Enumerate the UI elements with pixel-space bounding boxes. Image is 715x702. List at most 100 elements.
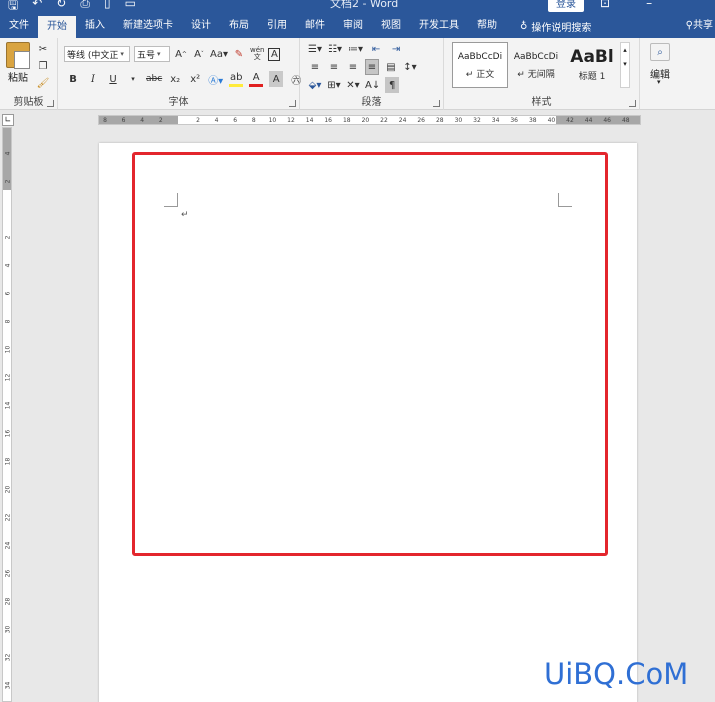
horizontal-ruler: ∟ 8 6 4 2 2 4 6 8 10 12 14 16 18 20 22 24 26 28 30 32 34 36 38… [0,111,715,127]
multilevel-list-icon[interactable]: ≔▾ [348,41,363,57]
save-icon[interactable]: 🖫 [8,0,18,14]
lightbulb-icon: ♁ [520,20,528,32]
font-size-select[interactable]: 五号 ▾ [134,46,170,62]
search-icon[interactable]: ⌕ [650,43,670,61]
tab-selector[interactable]: ∟ [2,114,14,126]
italic-button[interactable]: I [86,71,100,87]
bullets-icon[interactable]: ☰▾ [308,41,322,57]
document-title: 文档2 - Word [330,0,399,10]
tab-6[interactable]: 引用 [258,14,296,38]
styles-launcher-icon[interactable] [629,100,636,107]
ribbon-display-icon[interactable]: ⊡ [600,0,610,10]
subscript-button[interactable]: x₂ [168,71,182,87]
text-effects-icon[interactable]: Ⓐ▾ [208,71,223,87]
numbering-icon[interactable]: ☷▾ [328,41,342,57]
tab-0[interactable]: 文件 [0,14,38,38]
tell-me-search[interactable]: ♁ 操作说明搜索 [506,19,591,34]
style-no-spacing[interactable]: AaBbCcDi ↵ 无间隔 [508,42,564,88]
style-heading-1[interactable]: AaBl 标题 1 [564,42,620,88]
undo-icon[interactable]: ↶ [32,0,42,14]
increase-indent-icon[interactable]: ⇥ [389,41,403,57]
font-name-select[interactable]: 等线 (中文正 ▾ [64,46,130,62]
ruler-tick-label: 2 [4,179,12,184]
new-document-icon[interactable]: ▯ [104,0,111,14]
tab-4[interactable]: 设计 [182,14,220,38]
ruler-tick-label: 2 [196,117,200,124]
ruler-tick-label: 36 [510,117,519,124]
ruler-tick-label: 12 [287,117,295,124]
copy-icon[interactable]: ❐ [36,58,50,74]
print-preview-icon[interactable]: ⎙ [80,0,90,14]
open-icon[interactable]: ▭ [125,0,136,14]
ruler-tick-label: 42 [566,117,574,124]
tab-9[interactable]: 视图 [372,14,410,38]
ruler-tick-label: 8 [4,319,12,324]
underline-dropdown-icon[interactable]: ▾ [126,71,140,87]
grow-font-icon[interactable]: A ^ [174,46,188,62]
tab-11[interactable]: 帮助 [468,14,506,38]
char-border-icon[interactable]: A [268,47,281,61]
tab-7[interactable]: 邮件 [296,14,334,38]
ruler-tick-label: 8 [103,117,107,124]
ruler-track[interactable]: 8 6 4 2 2 4 6 8 10 12 14 16 18 20 22 24 26 28 30 32 34 36 38 40… [98,115,641,125]
redo-icon[interactable]: ↻ [56,0,66,14]
chevron-down-icon: ▾ [657,78,661,86]
tab-1[interactable]: 开始 [38,16,76,38]
ruler-tick-label: 40 [547,117,556,124]
underline-button[interactable]: U [106,71,120,87]
align-center-icon[interactable]: ≡ [327,59,341,75]
font-color-icon[interactable]: A [249,71,264,87]
distributed-icon[interactable]: ▤ [384,59,398,75]
superscript-button[interactable]: x² [188,71,202,87]
phonetic-guide-icon[interactable]: wén 文 [250,46,264,62]
clear-format-icon[interactable]: ✎ [232,46,246,62]
sort-icon[interactable]: A↓ [365,77,380,93]
font-name-value: 等线 (中文正 [67,50,119,61]
shading-icon[interactable]: ⬙▾ [308,77,322,93]
strikethrough-button[interactable]: abc [146,71,162,87]
format-painter-icon[interactable]: 🖌 [36,75,50,91]
highlight-color-icon[interactable]: ab [229,71,244,87]
ruler-tick-label: 24 [398,117,407,124]
ruler-tick-label: 10 [4,345,12,354]
minimize-icon[interactable]: – [646,0,652,10]
clipboard-launcher-icon[interactable] [47,100,54,107]
justify-icon[interactable]: ≡ [365,59,379,75]
ruler-tick-label: 6 [121,117,126,124]
style-sample: AaBbCcDi [457,52,503,62]
ruler-tick-label: 32 [473,117,481,124]
paste-icon[interactable] [6,42,30,69]
decrease-indent-icon[interactable]: ⇤ [369,41,383,57]
tab-2[interactable]: 插入 [76,14,114,38]
borders-icon[interactable]: ⊞▾ [327,77,341,93]
font-launcher-icon[interactable] [289,100,296,107]
paragraph-launcher-icon[interactable] [433,100,440,107]
align-right-icon[interactable]: ≡ [346,59,360,75]
shrink-font-icon[interactable]: Aˇ [192,46,206,62]
align-left-icon[interactable]: ≡ [308,59,322,75]
tab-8[interactable]: 审阅 [334,14,372,38]
tab-5[interactable]: 布局 [220,14,258,38]
ruler-tick-label: 46 [603,117,612,124]
tab-3[interactable]: 新建选项卡 [114,14,182,38]
ruler-tick-label: 48 [621,117,630,124]
share-button[interactable]: ⚲共享 [680,14,715,38]
paste-label[interactable]: 粘贴 [8,69,28,84]
share-label: 共享 [693,20,713,31]
login-button[interactable]: 登录 [548,0,584,12]
char-shading-icon[interactable]: A [269,71,284,87]
cut-icon[interactable]: ✂ [36,41,50,57]
styles-scroll[interactable]: ▴ ▾ [620,42,630,88]
chinese-layout-icon[interactable]: ✕▾ [346,77,360,93]
title-bar: 🖫 ↶ ↻ ⎙ ▯ ▭ 文档2 - Word 登录 ⊡ – [0,0,715,14]
show-marks-icon[interactable]: ¶ [385,77,400,93]
tab-10[interactable]: 开发工具 [410,14,468,38]
ruler-tick-label: 10 [268,117,277,124]
ruler-tick-label: 26 [417,117,426,124]
bold-button[interactable]: B [66,71,80,87]
ruler-tick-label: 6 [233,117,238,124]
style-normal[interactable]: AaBbCcDi ↵ 正文 [452,42,508,88]
line-spacing-icon[interactable]: ↕▾ [403,59,417,75]
change-case-button[interactable]: Aa ▾ [210,46,228,62]
editing-group[interactable]: ⌕ 编辑 ▾ [640,38,682,110]
